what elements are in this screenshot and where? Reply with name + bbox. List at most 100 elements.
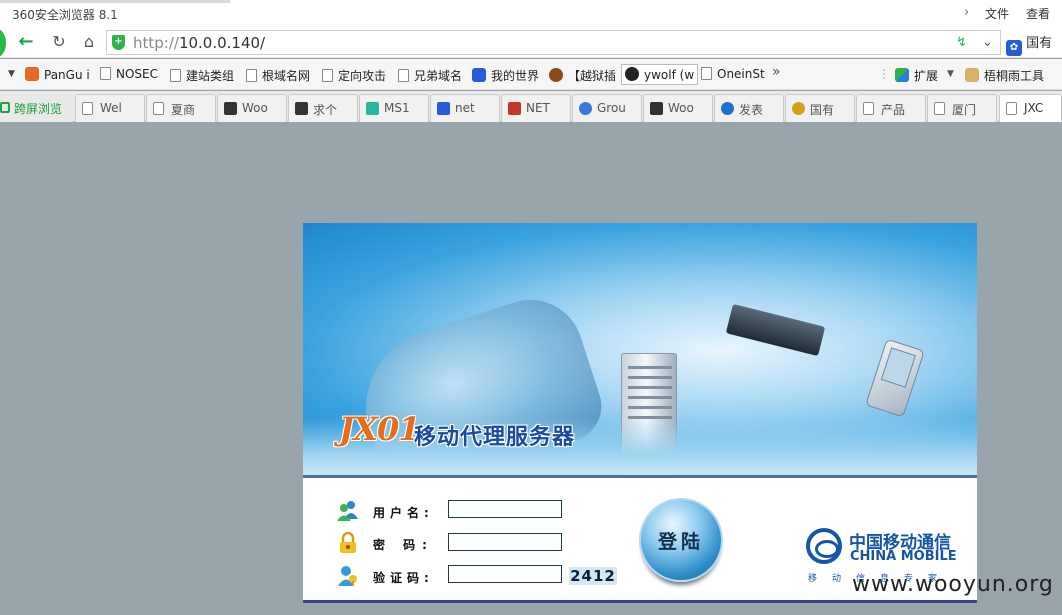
tab-label: 国有	[810, 103, 835, 117]
bookmark-site-group[interactable]: 建站类组	[170, 67, 234, 84]
product-name: 移动代理服务器	[414, 425, 576, 450]
bookmark-label: 根域名网	[262, 69, 311, 83]
wooyun-icon	[224, 102, 237, 115]
bookmark-label: 我的世界	[491, 69, 540, 83]
lock-icon	[340, 532, 356, 553]
tab-label: MS1	[384, 101, 410, 115]
baidu-paw-icon	[437, 102, 450, 115]
username-label: 用户名:	[373, 506, 434, 520]
product-logo-text: JX01	[339, 410, 420, 448]
page-icon	[934, 102, 945, 115]
tab-strip: 跨屏浏览 Wel 夏商 Woo 求个 MS1 net NET Grou Woo …	[0, 91, 1062, 122]
china-mobile-name-en: CHINA MOBILE	[850, 549, 957, 564]
more-bookmarks-icon[interactable]: »	[772, 64, 781, 80]
bookmark-targeted-attack[interactable]: 定向攻击	[322, 67, 386, 84]
extensions-grid-icon	[895, 68, 909, 82]
tab-wooyun-2[interactable]: Woo	[643, 94, 713, 122]
speed-mode-icon[interactable]: ↯	[956, 35, 967, 50]
captcha-input[interactable]	[448, 565, 562, 583]
title-accent-line	[0, 0, 230, 3]
tab-guoyou[interactable]: 国有	[785, 94, 855, 122]
bookmark-nosec[interactable]: NOSEC	[100, 67, 158, 81]
tab-products[interactable]: 产品	[856, 94, 926, 122]
menu-file[interactable]: 文件	[985, 5, 1009, 22]
tab-welcome[interactable]: Wel	[75, 94, 145, 122]
page-icon	[701, 67, 712, 80]
refresh-icon[interactable]: ↻	[48, 31, 70, 53]
address-bar: ← ↻ ⌂ + http://10.0.0.140/ ↯ ⌄ ✿ 国有	[0, 26, 1062, 60]
tab-label: Woo	[668, 101, 694, 115]
home-icon[interactable]: ⌂	[78, 31, 100, 53]
tab-label: NET	[526, 101, 550, 115]
page-icon	[1006, 102, 1017, 115]
captcha-label: 验证码:	[373, 571, 434, 585]
login-button[interactable]: 登陆	[639, 498, 723, 582]
bookmark-menu-caret-icon[interactable]: ▼	[8, 69, 15, 79]
extensions-caret-icon[interactable]: ▼	[947, 69, 954, 79]
monkey-icon	[549, 68, 563, 82]
wooyun-icon	[650, 102, 663, 115]
tab-net-baidu[interactable]: net	[430, 94, 500, 122]
extensions-label: 扩展	[914, 69, 939, 83]
bookmark-separator: ⋮	[878, 67, 890, 81]
bookmark-root-domain[interactable]: 根域名网	[246, 67, 310, 84]
password-input[interactable]	[448, 533, 562, 551]
tab-fabiao[interactable]: 发表	[714, 94, 784, 122]
ms-icon	[366, 102, 379, 115]
page-icon	[863, 102, 874, 115]
page-icon	[100, 67, 111, 80]
login-panel: JX01 移动代理服务器 用户名: 密 码: 验证码: 2412 登陆 中国移动…	[303, 223, 977, 603]
pda-graphic	[865, 338, 925, 418]
tab-ms1[interactable]: MS1	[359, 94, 429, 122]
tab-label: 产品	[881, 103, 906, 117]
back-arrow-icon[interactable]: ←	[15, 31, 37, 53]
bookmark-ywolf[interactable]: ywolf (w	[621, 64, 699, 85]
tab-jx01-active[interactable]: JXC	[999, 94, 1062, 122]
tab-xiashang[interactable]: 夏商	[146, 94, 216, 122]
page-icon	[246, 69, 257, 82]
tab-group[interactable]: Grou	[572, 94, 642, 122]
bookmark-label: PanGu i	[44, 68, 90, 82]
tab-wooyun-1[interactable]: Woo	[217, 94, 287, 122]
emblem-icon	[792, 102, 805, 115]
captcha-image[interactable]: 2412	[569, 567, 617, 585]
tab-qiuge[interactable]: 求个	[288, 94, 358, 122]
tab-label: 求个	[313, 103, 338, 117]
page-icon	[153, 102, 164, 115]
tab-label: JXC	[1024, 101, 1044, 115]
search-engine-selector[interactable]: ✿ 国有	[1006, 32, 1052, 56]
bookmark-sibling-domain[interactable]: 兄弟域名	[398, 67, 462, 84]
user-key-icon	[338, 566, 357, 586]
tab-net-b[interactable]: NET	[501, 94, 571, 122]
window-title: 360安全浏览器 8.1	[12, 8, 118, 22]
tab-label: net	[455, 101, 475, 115]
user-icon	[337, 501, 358, 521]
bookmark-oneinst[interactable]: OneinSt	[701, 67, 765, 81]
tab-label: Grou	[597, 101, 626, 115]
bookmark-label: NOSEC	[116, 67, 158, 81]
tab-xiamen[interactable]: 厦门	[927, 94, 997, 122]
page-icon	[398, 69, 409, 82]
user-tool-button[interactable]: 梧桐雨工具	[965, 67, 1044, 84]
wooyun-icon	[295, 102, 308, 115]
url-field[interactable]: + http://10.0.0.140/ ↯ ⌄	[106, 30, 1001, 55]
browser-logo-icon	[0, 26, 6, 60]
menu-view[interactable]: 查看	[1026, 5, 1050, 22]
tab-label: 发表	[739, 103, 764, 117]
bookmark-my-world[interactable]: 我的世界	[472, 67, 539, 84]
bookmark-pangu[interactable]: PanGu i	[25, 67, 90, 82]
bookmark-label: OneinSt	[717, 67, 765, 81]
username-input[interactable]	[448, 500, 562, 518]
chevron-down-icon[interactable]: ⌄	[982, 35, 993, 50]
page-icon	[82, 102, 93, 115]
title-bar: 360安全浏览器 8.1 › 文件 查看	[0, 0, 1062, 28]
extensions-button[interactable]: 扩展	[895, 67, 938, 84]
url-text[interactable]: http://10.0.0.140/	[133, 34, 265, 52]
tab-cross-screen[interactable]: 跨屏浏览	[0, 94, 72, 122]
security-shield-icon: +	[112, 35, 125, 50]
b-icon	[508, 102, 521, 115]
bookmark-jailbreak[interactable]: 【越狱插	[549, 67, 616, 84]
chevron-right-icon[interactable]: ›	[964, 5, 969, 20]
login-banner: JX01 移动代理服务器	[303, 223, 977, 478]
url-host: 10.0.0.140/	[178, 34, 266, 52]
